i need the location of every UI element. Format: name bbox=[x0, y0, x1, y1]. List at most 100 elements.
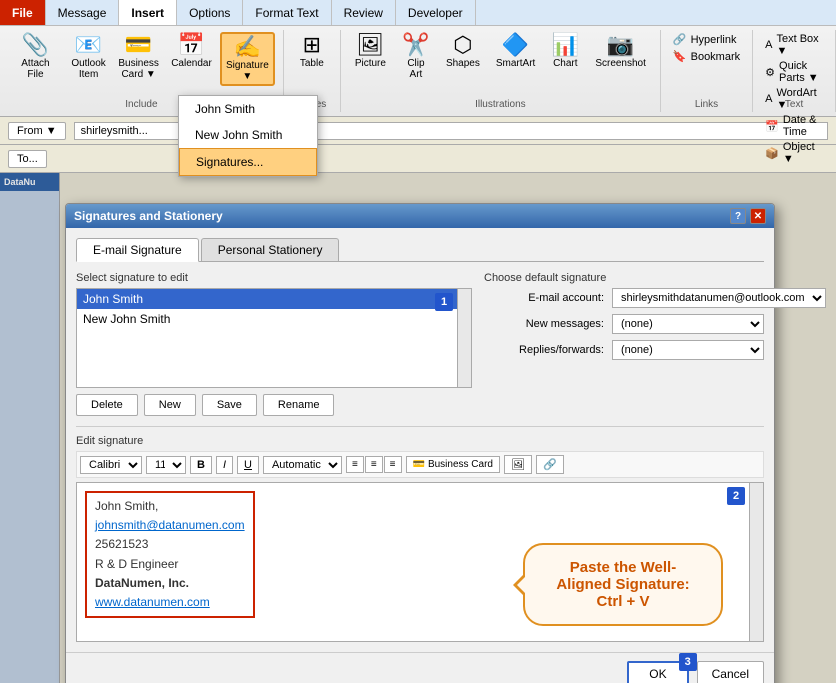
links-group-label: Links bbox=[695, 99, 718, 110]
picture-button[interactable]: 🖼 Picture bbox=[349, 32, 392, 71]
text-group-label: Text bbox=[785, 99, 803, 110]
tab-review[interactable]: Review bbox=[332, 0, 396, 25]
sig-list-scrollbar[interactable] bbox=[457, 289, 471, 387]
clip-art-icon: ✂️ bbox=[402, 34, 429, 56]
text-box-label: Text Box ▼ bbox=[776, 33, 823, 57]
to-button[interactable]: To... bbox=[8, 150, 47, 168]
object-item[interactable]: 📦 Object ▼ bbox=[761, 140, 827, 166]
bold-button[interactable]: B bbox=[190, 456, 212, 474]
font-size-select[interactable]: 11 bbox=[146, 456, 186, 474]
cancel-button[interactable]: Cancel bbox=[697, 661, 764, 683]
color-select[interactable]: Automatic bbox=[263, 456, 342, 474]
dropdown-john-smith[interactable]: John Smith bbox=[179, 96, 317, 122]
sig-item-new-john-smith[interactable]: New John Smith bbox=[77, 309, 471, 329]
calendar-label: Calendar bbox=[171, 58, 212, 69]
table-icon: ⊞ bbox=[303, 34, 321, 56]
chart-button[interactable]: 📊 Chart bbox=[545, 32, 585, 71]
outlook-item-button[interactable]: 📧 OutlookItem bbox=[67, 32, 110, 82]
tab-insert[interactable]: Insert bbox=[119, 0, 177, 25]
clip-art-button[interactable]: ✂️ ClipArt bbox=[396, 32, 436, 82]
sig-content: John Smith, johnsmith@datanumen.com 2562… bbox=[95, 497, 245, 612]
align-right-button[interactable]: ≡ bbox=[384, 456, 402, 473]
editor-scrollbar[interactable] bbox=[749, 483, 763, 641]
outlook-item-label: OutlookItem bbox=[71, 58, 105, 80]
ribbon-group-illustrations: 🖼 Picture ✂️ ClipArt ⬡ Shapes 🔷 SmartArt… bbox=[341, 30, 661, 112]
signature-button[interactable]: ✍️ Signature▼ bbox=[220, 32, 275, 86]
rename-button[interactable]: Rename bbox=[263, 394, 335, 416]
table-label: Table bbox=[300, 58, 324, 69]
delete-button[interactable]: Delete bbox=[76, 394, 138, 416]
calendar-button[interactable]: 📅 Calendar bbox=[167, 32, 216, 71]
illustrations-group-label: Illustrations bbox=[475, 99, 526, 110]
close-button[interactable]: ✕ bbox=[750, 208, 766, 224]
insert-picture-button[interactable]: 🖼 bbox=[504, 455, 532, 474]
replies-select[interactable]: (none) bbox=[612, 340, 764, 360]
insert-link-button[interactable]: 🔗 bbox=[536, 455, 564, 474]
screenshot-button[interactable]: 📷 Screenshot bbox=[589, 32, 652, 71]
account-select[interactable]: shirleysmithdatanumen@outlook.com bbox=[612, 288, 826, 308]
chart-icon: 📊 bbox=[552, 34, 579, 56]
tab-message[interactable]: Message bbox=[46, 0, 120, 25]
signature-list-box[interactable]: John Smith New John Smith 1 bbox=[76, 288, 472, 388]
shapes-button[interactable]: ⬡ Shapes bbox=[440, 32, 486, 71]
bookmark-item[interactable]: 🔖 Bookmark bbox=[669, 49, 744, 64]
text-box-item[interactable]: A Text Box ▼ bbox=[761, 32, 827, 58]
bookmark-icon: 🔖 bbox=[673, 50, 687, 63]
underline-button[interactable]: U bbox=[237, 456, 259, 474]
from-button[interactable]: From ▼ bbox=[8, 122, 66, 140]
replies-label: Replies/forwards: bbox=[484, 344, 604, 356]
tab-format-text[interactable]: Format Text bbox=[243, 0, 331, 25]
choose-default-label: Choose default signature bbox=[484, 272, 764, 284]
quick-parts-item[interactable]: ⚙ Quick Parts ▼ bbox=[761, 59, 827, 85]
sig-editor-wrapper: John Smith, johnsmith@datanumen.com 2562… bbox=[76, 482, 764, 642]
tab-file[interactable]: File bbox=[0, 0, 46, 25]
edit-signature-section: Edit signature Calibri 11 B I U Automati… bbox=[76, 426, 764, 642]
ribbon-content: 📎 Attach File 📧 OutlookItem 💳 BusinessCa… bbox=[0, 26, 836, 116]
hyperlink-item[interactable]: 🔗 Hyperlink bbox=[669, 32, 741, 47]
sig-company: DataNumen, Inc. bbox=[95, 574, 245, 593]
quick-parts-icon: ⚙ bbox=[765, 66, 775, 79]
account-label: E-mail account: bbox=[484, 292, 604, 304]
tab-email-signature[interactable]: E-mail Signature bbox=[76, 238, 199, 262]
save-button[interactable]: Save bbox=[202, 394, 257, 416]
dropdown-new-john-smith[interactable]: New John Smith bbox=[179, 122, 317, 148]
dropdown-signatures[interactable]: Signatures... bbox=[179, 148, 317, 176]
tab-developer[interactable]: Developer bbox=[396, 0, 476, 25]
align-center-button[interactable]: ≡ bbox=[365, 456, 383, 473]
font-select[interactable]: Calibri bbox=[80, 456, 142, 474]
attach-file-label: Attach File bbox=[14, 58, 57, 80]
italic-button[interactable]: I bbox=[216, 456, 233, 474]
hyperlink-icon: 🔗 bbox=[673, 33, 687, 46]
business-card-button[interactable]: 💳 BusinessCard ▼ bbox=[114, 32, 163, 82]
sig-item-john-smith[interactable]: John Smith bbox=[77, 289, 471, 309]
wordart-icon: A bbox=[765, 93, 772, 105]
smartart-button[interactable]: 🔷 SmartArt bbox=[490, 32, 541, 71]
select-sig-label: Select signature to edit bbox=[76, 272, 472, 284]
new-messages-label: New messages: bbox=[484, 318, 604, 330]
sig-editor[interactable]: John Smith, johnsmith@datanumen.com 2562… bbox=[76, 482, 764, 642]
new-messages-select[interactable]: (none) bbox=[612, 314, 764, 334]
tab-personal-stationery[interactable]: Personal Stationery bbox=[201, 238, 340, 261]
ok-button[interactable]: OK 3 bbox=[627, 661, 688, 683]
tab-options[interactable]: Options bbox=[177, 0, 243, 25]
align-left-button[interactable]: ≡ bbox=[346, 456, 364, 473]
business-card-button-toolbar[interactable]: 💳 Business Card bbox=[406, 456, 500, 473]
email-from-bar: From ▼ bbox=[0, 117, 836, 145]
business-card-icon: 💳 bbox=[125, 34, 152, 56]
ribbon-group-text: A Text Box ▼ ⚙ Quick Parts ▼ A WordArt ▼… bbox=[753, 30, 836, 112]
sig-email: johnsmith@datanumen.com bbox=[95, 516, 245, 535]
table-button[interactable]: ⊞ Table bbox=[292, 32, 332, 71]
text-box-icon: A bbox=[765, 39, 772, 51]
sig-name: John Smith, bbox=[95, 497, 245, 516]
picture-label: Picture bbox=[355, 58, 386, 69]
hyperlink-label: Hyperlink bbox=[691, 34, 737, 46]
ok-label: OK bbox=[649, 667, 666, 681]
business-card-icon-toolbar: 💳 bbox=[413, 459, 425, 470]
attach-file-button[interactable]: 📎 Attach File bbox=[8, 32, 63, 82]
business-card-label-toolbar: Business Card bbox=[428, 459, 493, 470]
new-button[interactable]: New bbox=[144, 394, 196, 416]
sig-title: R & D Engineer bbox=[95, 555, 245, 574]
help-button[interactable]: ? bbox=[730, 208, 746, 224]
date-time-item[interactable]: 📅 Date & Time bbox=[761, 113, 827, 139]
signature-dropdown: John Smith New John Smith Signatures... bbox=[178, 95, 318, 177]
